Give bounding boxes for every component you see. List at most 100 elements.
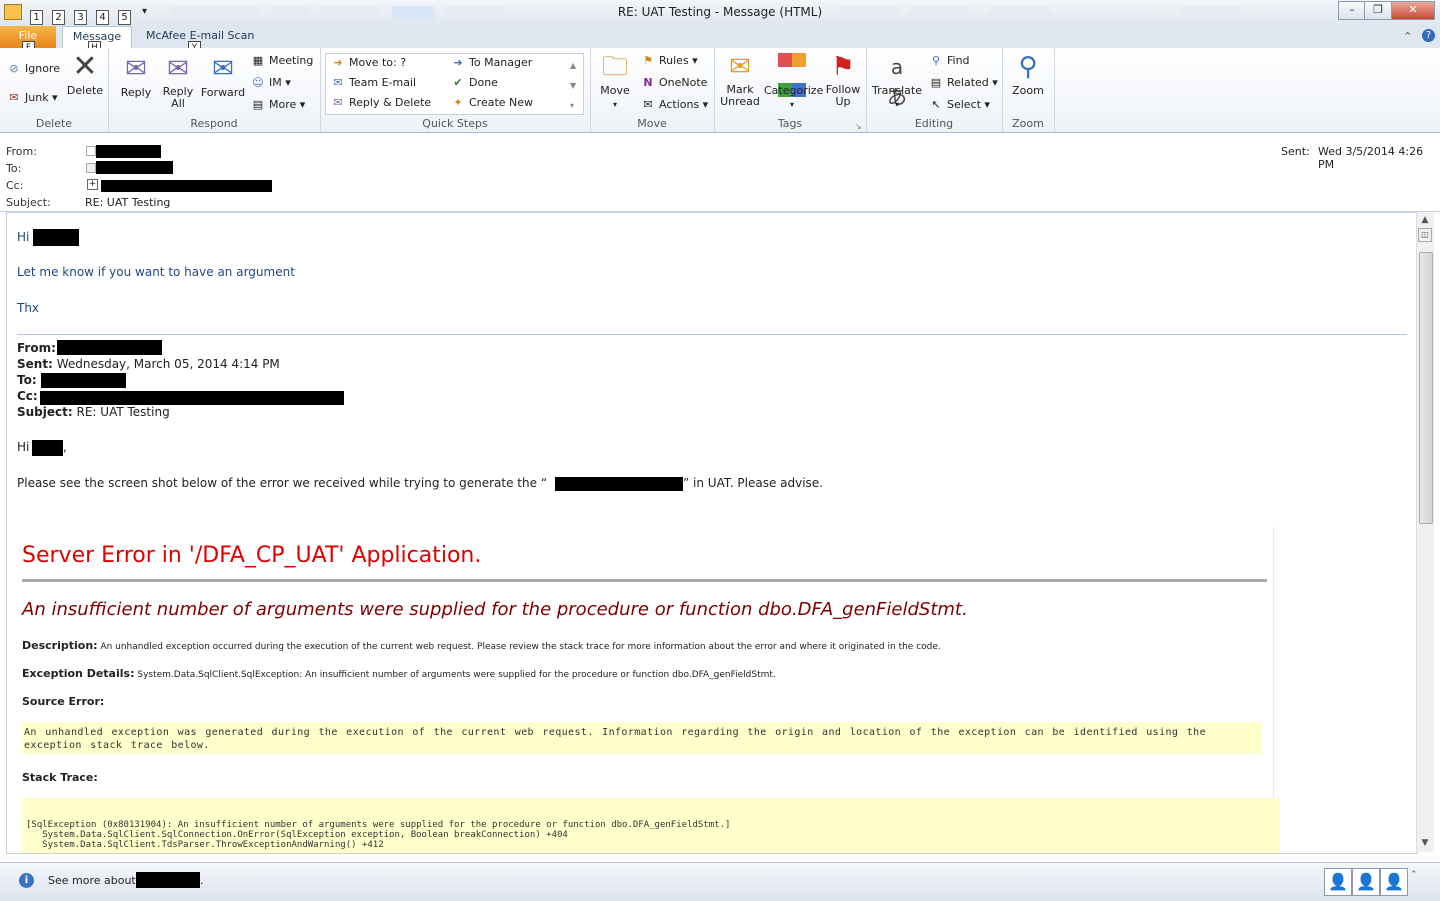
categorize-label: Categorize [764,84,824,97]
scroll-thumb[interactable] [1419,252,1433,524]
select-button[interactable]: ↖ Select ▾ [928,98,990,111]
description-label: Description: [22,639,98,652]
vertical-scrollbar[interactable]: ▲ ◫ ▼ [1416,212,1434,852]
subject-label: Subject: [6,196,51,209]
quickstep-done[interactable]: ✔ Done [450,76,498,89]
reply-all-icon: ✉ [167,54,189,84]
quoted-cc-redacted [40,391,344,405]
ignore-button[interactable]: ⊘ Ignore [6,62,60,75]
junk-button[interactable]: ✉ Junk ▾ [6,91,57,104]
quickstep-reply-delete[interactable]: ✉ Reply & Delete [330,96,431,109]
sent-label: Sent: [1281,145,1310,158]
scroll-down-icon[interactable]: ▼ [1418,836,1432,850]
scroll-up-icon[interactable]: ▲ [1418,213,1432,227]
cc-label: Cc: [6,179,24,192]
close-button[interactable]: ✕ [1391,1,1435,20]
person-photo-icon[interactable]: 👤 [1324,868,1352,896]
more-label: More ▾ [269,98,306,111]
group-delete-label: Delete [35,117,73,130]
translate-icon: aあ [887,55,907,109]
quoted-to-redacted [41,373,126,388]
taskbar-ghost [392,6,434,20]
people-pane-bar [0,862,1440,901]
categorize-button[interactable]: Categorize ▾ [764,52,824,110]
expand-cc-icon[interactable]: + [87,179,98,190]
follow-up-button[interactable]: ⚑ Follow Up [822,52,864,108]
qat-badge-3[interactable]: 3 [74,10,87,25]
reply-all-button[interactable]: ✉ Reply All [158,54,198,110]
im-label: IM ▾ [269,76,291,89]
person-photo-icon[interactable]: 👤 [1380,868,1408,896]
quickstep-to-manager[interactable]: ➜ To Manager [450,56,532,69]
outlook-envelope-icon[interactable] [4,4,22,20]
delete-button[interactable]: ✕ Delete [66,52,104,98]
help-icon[interactable]: ? [1422,29,1435,42]
message-body[interactable]: Hi Let me know if you want to have an ar… [6,212,1418,854]
im-button[interactable]: ☺ IM ▾ [250,76,291,89]
binoculars-icon: ⚲ [931,54,941,67]
forward-button[interactable]: ✉ Forward [200,54,246,99]
restore-button[interactable]: ❐ [1364,1,1392,20]
see-more-label[interactable]: See more about: [48,874,139,887]
mark-unread-label: Mark Unread [720,83,760,108]
body-line1: Let me know if you want to have an argum… [17,265,295,279]
people-pane-toggle-icon[interactable]: ⌃ [1410,870,1418,880]
rules-button[interactable]: ⚑ Rules ▾ [640,54,698,67]
create-new-label: Create New [469,96,534,109]
to-redacted[interactable] [96,161,173,174]
quick-steps-scroll-icon[interactable]: ▲ ▼ ▾ [570,56,576,116]
meeting-button[interactable]: ▦ Meeting [250,54,314,67]
body-greeting: Hi [17,230,30,244]
qat-badge-2[interactable]: 2 [52,10,65,25]
error-exception: Exception Details: System.Data.SqlClient… [22,667,776,680]
mark-unread-button[interactable]: ✉ Mark Unread [718,52,762,108]
stack-trace-label: Stack Trace: [22,771,98,784]
rules-icon: ⚑ [643,54,653,67]
error-description: Description: An unhandled exception occu… [22,639,941,652]
categorize-dropdown-icon: ▾ [789,100,794,109]
minimize-button[interactable]: – [1338,1,1366,20]
stack-line: System.Data.SqlClient.SqlConnection.OnEr… [26,830,568,840]
actions-button[interactable]: ✉ Actions ▾ [640,98,708,111]
translate-button[interactable]: aあ Translate ▾ [870,52,924,110]
move-button[interactable]: 🗀 Move ▾ [596,52,634,110]
related-button[interactable]: ▤ Related ▾ [928,76,998,89]
see-more-redacted[interactable] [136,872,200,888]
group-move-label: Move [637,117,667,130]
quoted-from-redacted [57,340,162,355]
person-photo-icon[interactable]: 👤 [1352,868,1380,896]
onenote-icon: N [643,76,653,89]
reply-delete-icon: ✉ [333,96,343,109]
message-header [0,133,1440,212]
error-subtitle: An insufficient number of arguments were… [22,599,968,620]
to-manager-icon: ➜ [453,56,463,69]
reply-button[interactable]: ✉ Reply [116,54,156,99]
source-error-box: An unhandled exception was generated dur… [22,722,1262,754]
find-button[interactable]: ⚲ Find [928,54,970,67]
quickstep-create-new[interactable]: ✦ Create New [450,96,533,109]
from-redacted[interactable] [96,145,161,158]
group-respond-label: Respond [190,117,238,130]
zoom-button[interactable]: ⚲ Zoom [1008,52,1048,97]
quoted-sent-value: Wednesday, March 05, 2014 4:14 PM [56,357,280,371]
quoted-cc-label: Cc: [17,389,38,403]
lightbulb-options-icon[interactable]: ◫ [1418,228,1432,242]
quoted-sent: Sent: Wednesday, March 05, 2014 4:14 PM [17,357,280,371]
qat-badge-1[interactable]: 1 [30,10,43,25]
ignore-label: Ignore [25,62,60,75]
ribbon-collapse-icon[interactable]: ⌃ [1403,30,1412,43]
qat-badge-5[interactable]: 5 [118,10,131,25]
onenote-button[interactable]: N OneNote [640,76,707,89]
quickstep-team-email[interactable]: ✉ Team E-mail [330,76,416,89]
taskbar-ghost [320,6,380,20]
onenote-label: OneNote [659,76,708,89]
qat-badge-4[interactable]: 4 [96,10,109,25]
cc-redacted[interactable] [101,180,272,192]
actions-label: Actions ▾ [659,98,709,111]
sent-value: Wed 3/5/2014 4:26 PM [1318,145,1424,171]
tags-launcher-icon[interactable]: ↘ [855,122,862,131]
more-button[interactable]: ▤ More ▾ [250,98,306,111]
qat-customize-icon[interactable]: ▾ [142,6,147,17]
categorize-icon [777,52,807,97]
quickstep-move-to[interactable]: ➜ Move to: ? [330,56,406,69]
